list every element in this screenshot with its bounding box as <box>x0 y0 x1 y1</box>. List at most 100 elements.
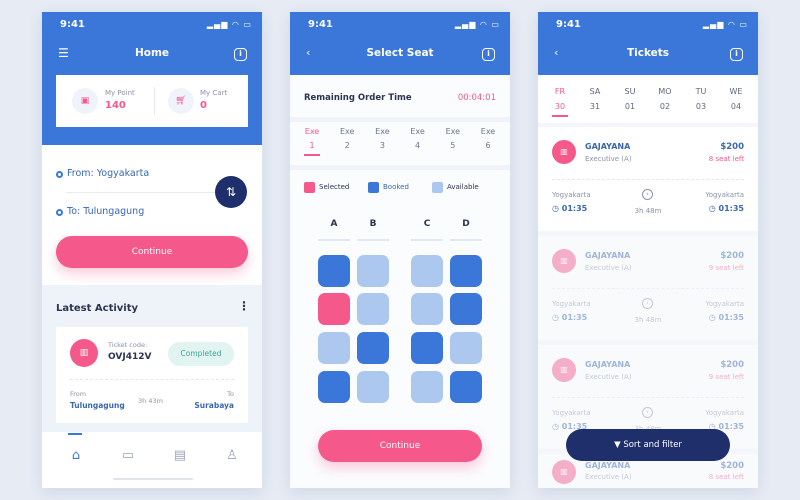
active-tab-indicator <box>304 154 320 156</box>
ticket-icon[interactable]: ▭ <box>120 448 136 463</box>
selected-legend-swatch <box>304 182 315 193</box>
cart-icon[interactable]: 🛒︎ <box>168 88 194 114</box>
day-name: FR <box>554 87 566 96</box>
dashed-divider <box>552 179 744 180</box>
seat-b2-available[interactable] <box>357 293 389 325</box>
ticket-card[interactable]: ▥ GAJAYANA Executive (A) $200 8 seat lef… <box>538 127 758 231</box>
activity-card[interactable]: ▥ Ticket code: OVJ412V Completed From Tu… <box>56 327 248 423</box>
coach-tab-number: 1 <box>309 141 315 150</box>
duration: 3h 43m <box>138 397 163 405</box>
arrival-time: ◷ 01:35 <box>709 204 744 213</box>
seat-b4-available[interactable] <box>357 371 389 403</box>
legend-selected: Selected <box>319 183 350 191</box>
latest-activity-title: Latest Activity <box>56 303 139 314</box>
document-icon[interactable]: ▤ <box>172 448 188 463</box>
day-name: WE <box>729 87 743 96</box>
day-number: 01 <box>624 102 636 111</box>
column-label: D <box>462 219 470 229</box>
seats-left: 9 seat left <box>708 264 744 272</box>
day-tab[interactable]: SA 31 <box>580 87 610 111</box>
coach-tab[interactable]: Exe 2 <box>333 127 361 150</box>
status-icons: ▂▄▆ ◠ ▭ <box>702 20 748 29</box>
day-tab[interactable]: TU 03 <box>686 87 716 111</box>
arrival-time-value: 01:35 <box>718 204 744 213</box>
coach-tab[interactable]: Exe 5 <box>439 127 467 150</box>
home-icon[interactable]: ⌂ <box>68 448 84 463</box>
seat-b3-booked <box>357 332 389 364</box>
points-card: ▣ My Point 140 🛒︎ My Cart 0 <box>56 75 248 127</box>
legend-available: Available <box>447 183 479 191</box>
dashed-divider <box>552 288 744 289</box>
seats-left: 9 seat left <box>708 373 744 381</box>
status-icons: ▂▄▆ ◠ ▭ <box>206 20 252 29</box>
coach-tab-label: Exe <box>375 127 390 136</box>
day-tab[interactable]: SU 01 <box>615 87 645 111</box>
sort-filter-button[interactable]: ▼ Sort and filter <box>566 429 730 461</box>
seat-d3-available[interactable] <box>450 332 482 364</box>
info-icon[interactable]: i <box>730 48 743 61</box>
coach-tab-number: 6 <box>485 141 491 150</box>
train-name: GAJAYANA <box>585 142 631 151</box>
train-name: GAJAYANA <box>585 461 631 470</box>
origin-city: Yogyakarta <box>552 300 591 308</box>
seat-c1-available[interactable] <box>411 255 443 287</box>
seat-a3-available[interactable] <box>318 332 350 364</box>
train-icon: ▥ <box>552 358 576 382</box>
seat-c4-available[interactable] <box>411 371 443 403</box>
select-seat-screen: 9:41 ▂▄▆ ◠ ▭ ‹ Select Seat i Remaining O… <box>290 12 510 488</box>
origin-city: Yogyakarta <box>552 191 591 199</box>
coach-tab-label: Exe <box>410 127 425 136</box>
day-number: 30 <box>554 102 566 111</box>
info-icon[interactable]: i <box>234 48 247 61</box>
legend-booked: Booked <box>383 183 409 191</box>
origin-city: Yogyakarta <box>552 409 591 417</box>
coach-tab[interactable]: Exe 1 <box>298 127 326 156</box>
clock-icon: ◷ <box>708 204 719 213</box>
day-number: 03 <box>695 102 707 111</box>
seat-d2-booked <box>450 293 482 325</box>
day-name: SA <box>589 87 601 96</box>
profile-icon[interactable]: ♙ <box>224 448 240 463</box>
divider <box>66 192 216 193</box>
bottom-nav: ⌂ ▭ ▤ ♙ <box>42 432 262 488</box>
seat-a2-selected[interactable] <box>318 293 350 325</box>
arrow-right-icon: › <box>642 189 653 200</box>
day-tab[interactable]: WE 04 <box>721 87 751 111</box>
info-icon[interactable]: i <box>482 48 495 61</box>
to-field[interactable]: To: Tulungagung <box>67 206 144 217</box>
day-tab[interactable]: FR 30 <box>545 87 575 117</box>
coach-tab[interactable]: Exe 6 <box>474 127 502 150</box>
swap-button[interactable]: ⇅ <box>215 176 247 208</box>
column-label: B <box>369 219 377 229</box>
train-icon: ▥ <box>552 140 576 164</box>
dashed-divider <box>70 379 234 380</box>
from-field[interactable]: From: Yogyakarta <box>67 168 149 179</box>
point-value: 140 <box>105 100 126 111</box>
destination-city: Yogyakarta <box>705 300 744 308</box>
continue-button[interactable]: Continue <box>318 430 482 462</box>
train-class: Executive (A) <box>585 155 632 163</box>
continue-button[interactable]: Continue <box>56 236 248 268</box>
status-icons: ▂▄▆ ◠ ▭ <box>454 20 500 29</box>
column-underline <box>411 239 443 241</box>
more-icon[interactable]: ⋮ <box>238 299 250 313</box>
divider <box>290 117 510 122</box>
coach-tab[interactable]: Exe 3 <box>368 127 396 150</box>
price: $200 <box>720 251 744 261</box>
day-tab[interactable]: MO 02 <box>650 87 680 111</box>
coach-tab-number: 5 <box>450 141 456 150</box>
filter-icon: ▼ <box>614 440 624 450</box>
arrow-right-icon: › <box>642 298 653 309</box>
coach-tab-number: 2 <box>344 141 350 150</box>
ticket-card[interactable]: ▥ GAJAYANA Executive (A) $200 9 seat lef… <box>538 236 758 340</box>
coach-tab-number: 3 <box>379 141 385 150</box>
seats-left: 8 seat left <box>708 155 744 163</box>
ticket-icon: ▥ <box>70 339 98 367</box>
destination-dot-icon <box>56 209 63 216</box>
coach-tab[interactable]: Exe 4 <box>404 127 432 150</box>
coach-tab-label: Exe <box>445 127 461 136</box>
status-time: 9:41 <box>308 19 333 30</box>
seat-b1-available[interactable] <box>357 255 389 287</box>
seat-c2-available[interactable] <box>411 293 443 325</box>
price: $200 <box>720 142 744 152</box>
